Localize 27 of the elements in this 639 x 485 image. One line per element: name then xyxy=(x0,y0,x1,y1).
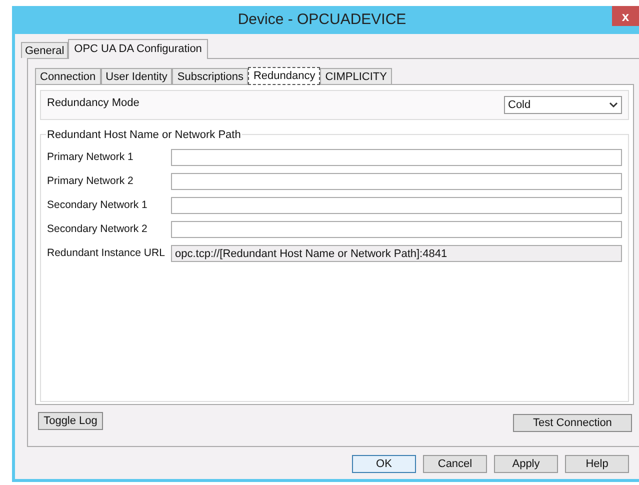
dropdown[interactable]: Cold xyxy=(504,96,622,114)
input-field[interactable] xyxy=(171,149,622,166)
field-label: Secondary Network 1 xyxy=(47,198,148,213)
tab[interactable]: OPC UA DA Configuration xyxy=(68,39,208,59)
input-field[interactable] xyxy=(171,221,622,238)
tab[interactable]: CIMPLICITY xyxy=(320,68,392,84)
toggle-log-button[interactable]: Toggle Log xyxy=(38,412,103,430)
tab[interactable]: General xyxy=(21,42,68,58)
test-connection-button[interactable]: Test Connection xyxy=(513,414,632,432)
window-title: Device - OPCUADEVICE xyxy=(236,10,408,30)
input-field[interactable] xyxy=(171,197,622,214)
field-label: Redundant Instance URL xyxy=(47,246,166,261)
dialog-button[interactable]: OK xyxy=(352,455,416,473)
tab[interactable]: Connection xyxy=(35,68,101,84)
tab[interactable]: Subscriptions xyxy=(172,68,248,84)
tab[interactable]: User Identity xyxy=(100,68,172,84)
dialog-button[interactable]: Apply xyxy=(494,455,558,473)
tab[interactable]: Redundancy xyxy=(248,67,320,85)
field-label: Secondary Network 2 xyxy=(47,222,148,237)
input-field[interactable] xyxy=(171,173,622,190)
dialog-button[interactable]: Cancel xyxy=(423,455,487,473)
field-label: Redundancy Mode xyxy=(47,96,140,111)
dialog-button[interactable]: Help xyxy=(565,455,629,473)
close-button[interactable]: x xyxy=(612,6,639,26)
field-label: Primary Network 2 xyxy=(47,174,134,189)
field-label: Primary Network 1 xyxy=(47,150,134,165)
chevron-down-icon xyxy=(609,102,618,108)
